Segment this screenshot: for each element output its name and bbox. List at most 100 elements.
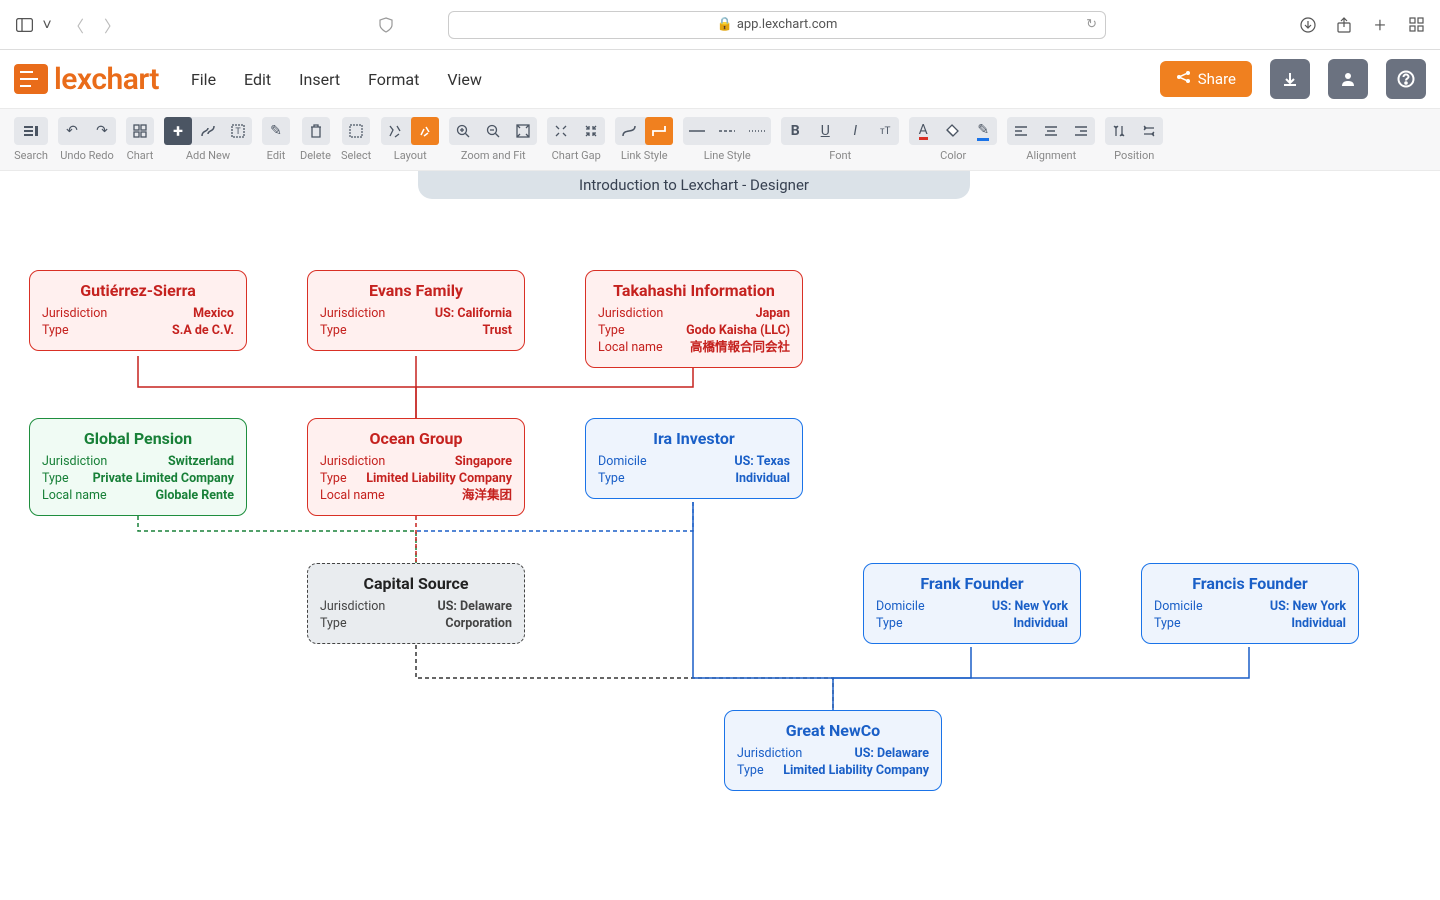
toolbar-undo-label: Undo Redo	[60, 149, 114, 162]
toolbar-search-group: Search	[14, 117, 48, 162]
italic-button[interactable]: I	[841, 117, 869, 145]
toolbar-zoom-group: Zoom and Fit	[449, 117, 537, 162]
select-button[interactable]	[342, 117, 370, 145]
share-label: Share	[1198, 70, 1236, 88]
share-button[interactable]: Share	[1160, 61, 1252, 97]
redo-button[interactable]: ↷	[88, 117, 116, 145]
reload-icon[interactable]: ↻	[1086, 17, 1097, 32]
undo-button[interactable]: ↶	[58, 117, 86, 145]
node-ocean[interactable]: Ocean Group JurisdictionSingapore TypeLi…	[307, 418, 525, 516]
toolbar-edit-label: Edit	[267, 149, 286, 162]
toolbar-align-label: Alignment	[1026, 149, 1076, 162]
logo-text: lexchart	[54, 62, 159, 97]
app-header: lexchart File Edit Insert Format View Sh…	[0, 50, 1440, 108]
chevron-down-icon[interactable]: ˅	[40, 11, 54, 39]
toolbar-zoom-label: Zoom and Fit	[461, 149, 526, 162]
menu-insert[interactable]: Insert	[299, 70, 340, 89]
fit-button[interactable]	[509, 117, 537, 145]
align-center-button[interactable]	[1037, 117, 1065, 145]
link-curved-button[interactable]	[615, 117, 643, 145]
toolbar-search-label: Search	[14, 149, 48, 162]
line-dashed-button[interactable]	[713, 117, 741, 145]
add-link-button[interactable]	[194, 117, 222, 145]
toolbar-position-group: Position	[1105, 117, 1163, 162]
search-button[interactable]	[14, 117, 48, 145]
shield-icon[interactable]	[372, 11, 400, 39]
toolbar-color-group: A ✎ Color	[909, 117, 997, 162]
tabs-grid-icon[interactable]	[1402, 11, 1430, 39]
main-menu: File Edit Insert Format View	[191, 70, 482, 89]
align-left-button[interactable]	[1007, 117, 1035, 145]
chart-canvas[interactable]: Introduction to Lexchart - Designer	[0, 171, 1440, 900]
toolbar-linkstyle-group: Link Style	[615, 117, 673, 162]
toolbar-undo-group: ↶ ↷ Undo Redo	[58, 117, 116, 162]
delete-button[interactable]	[302, 117, 330, 145]
download-icon[interactable]	[1294, 11, 1322, 39]
node-newco[interactable]: Great NewCo JurisdictionUS: Delaware Typ…	[724, 710, 942, 791]
chart-title[interactable]: Introduction to Lexchart - Designer	[418, 171, 970, 199]
nav-forward-button[interactable]: 〉	[98, 11, 126, 39]
browser-chrome: ˅ 〈 〉 🔒 app.lexchart.com ↻ +	[0, 0, 1440, 50]
text-color-button[interactable]: A	[909, 117, 937, 145]
url-bar[interactable]: 🔒 app.lexchart.com ↻	[448, 11, 1106, 39]
node-ira[interactable]: Ira Investor DomicileUS: Texas TypeIndiv…	[585, 418, 803, 499]
link-ortho-button[interactable]	[645, 117, 673, 145]
align-right-button[interactable]	[1067, 117, 1095, 145]
menu-file[interactable]: File	[191, 70, 216, 89]
help-button[interactable]	[1386, 59, 1426, 99]
toolbar-chart-group: Chart	[126, 117, 154, 162]
toolbar-addnew-label: Add New	[186, 149, 230, 162]
gap-collapse-button[interactable]	[577, 117, 605, 145]
node-francis[interactable]: Francis Founder DomicileUS: New York Typ…	[1141, 563, 1359, 644]
toolbar-chart-label: Chart	[127, 149, 154, 162]
share-arrow-icon	[1176, 70, 1192, 88]
node-frank[interactable]: Frank Founder DomicileUS: New York TypeI…	[863, 563, 1081, 644]
add-box-button[interactable]: +	[164, 117, 192, 145]
position-h-button[interactable]	[1135, 117, 1163, 145]
zoom-out-button[interactable]	[479, 117, 507, 145]
node-takahashi[interactable]: Takahashi Information JurisdictionJapan …	[585, 270, 803, 368]
toolbar-gap-label: Chart Gap	[552, 149, 601, 162]
chart-button[interactable]	[126, 117, 154, 145]
app-logo[interactable]: lexchart	[14, 62, 159, 97]
fill-color-button[interactable]	[939, 117, 967, 145]
toolbar-linkstyle-label: Link Style	[621, 149, 668, 162]
edit-button[interactable]: ✎	[262, 117, 290, 145]
menu-view[interactable]: View	[447, 70, 482, 89]
manual-layout-button[interactable]	[411, 117, 439, 145]
toolbar-delete-label: Delete	[300, 149, 331, 162]
toolbar-select-group: Select	[341, 117, 371, 162]
zoom-in-button[interactable]	[449, 117, 477, 145]
nav-back-button[interactable]: 〈	[62, 11, 90, 39]
line-color-button[interactable]: ✎	[969, 117, 997, 145]
user-button[interactable]	[1328, 59, 1368, 99]
gap-expand-button[interactable]	[547, 117, 575, 145]
download-button[interactable]	[1270, 59, 1310, 99]
toolbar-edit-group: ✎ Edit	[262, 117, 290, 162]
bold-button[interactable]: B	[781, 117, 809, 145]
position-v-button[interactable]	[1105, 117, 1133, 145]
menu-format[interactable]: Format	[368, 70, 419, 89]
node-evans[interactable]: Evans Family JurisdictionUS: California …	[307, 270, 525, 351]
share-icon[interactable]	[1330, 11, 1358, 39]
add-text-button[interactable]: T	[224, 117, 252, 145]
toolbar-linestyle-label: Line Style	[704, 149, 751, 162]
new-tab-icon[interactable]: +	[1366, 11, 1394, 39]
toolbar-font-group: B U I ᴛT Font	[781, 117, 899, 162]
fontsize-button[interactable]: ᴛT	[871, 117, 899, 145]
url-text: app.lexchart.com	[737, 17, 838, 32]
line-dotted-button[interactable]	[743, 117, 771, 145]
node-global-pension[interactable]: Global Pension JurisdictionSwitzerland T…	[29, 418, 247, 516]
toolbar-select-label: Select	[341, 149, 371, 162]
auto-layout-button[interactable]	[381, 117, 409, 145]
underline-button[interactable]: U	[811, 117, 839, 145]
toolbar-position-label: Position	[1114, 149, 1154, 162]
sidebar-toggle-icon[interactable]	[10, 11, 38, 39]
node-gutierrez[interactable]: Gutiérrez-Sierra JurisdictionMexico Type…	[29, 270, 247, 351]
line-solid-button[interactable]	[683, 117, 711, 145]
toolbar: Search ↶ ↷ Undo Redo Chart + T Add New ✎…	[0, 108, 1440, 171]
node-capital-source[interactable]: Capital Source JurisdictionUS: Delaware …	[307, 563, 525, 644]
svg-text:T: T	[235, 127, 241, 137]
menu-edit[interactable]: Edit	[244, 70, 271, 89]
toolbar-linestyle-group: Line Style	[683, 117, 771, 162]
